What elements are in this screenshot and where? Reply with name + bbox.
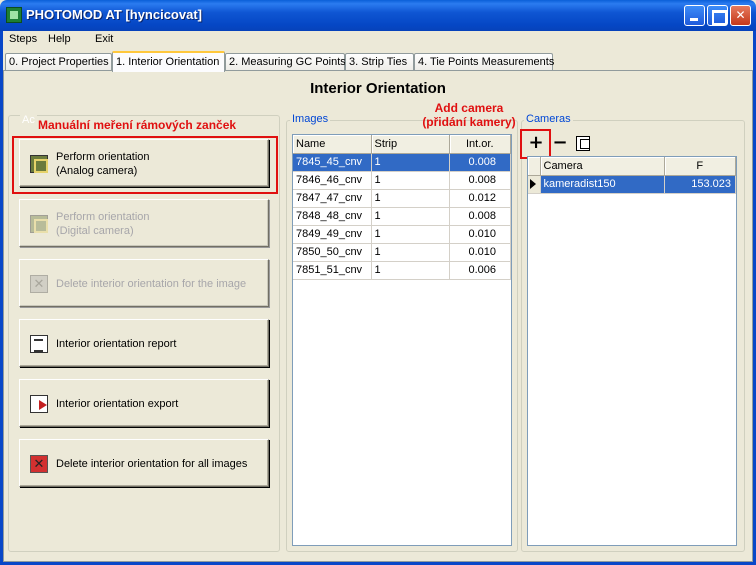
annotation-add-camera: Add camera (přidání kamery) (422, 101, 516, 129)
table-row[interactable]: 7847_47_cnv 1 0.012 (293, 189, 511, 208)
report-icon (30, 335, 48, 353)
table-row[interactable]: 7845_45_cnv 1 0.008 (293, 153, 511, 172)
maximize-button[interactable] (707, 5, 728, 26)
button-label: Interior orientation report (56, 338, 177, 350)
button-label: Delete interior orientation for all imag… (56, 458, 248, 470)
cell-strip: 1 (371, 243, 450, 262)
images-group-label: Images (290, 113, 331, 125)
images-grid[interactable]: Name Strip Int.or. 7845_45_cnv 1 0.008 784… (292, 134, 512, 546)
orientation-report-button[interactable]: Interior orientation report (19, 319, 269, 367)
menu-steps[interactable]: Steps (9, 33, 37, 45)
cell-int-or: 0.012 (449, 189, 511, 208)
delete-all-icon (30, 455, 48, 473)
cell-camera: kameradist150 (540, 175, 665, 194)
table-row[interactable]: 7850_50_cnv 1 0.010 (293, 243, 511, 262)
title-bar[interactable]: PHOTOMOD AT [hyncicovat] (0, 0, 756, 31)
row-indicator (528, 175, 541, 194)
cell-strip: 1 (371, 189, 450, 208)
add-camera-button[interactable]: + (527, 133, 545, 153)
tab-measuring-gc-points[interactable]: 2. Measuring GC Points (225, 53, 346, 71)
menu-exit[interactable]: Exit (95, 33, 113, 45)
column-header-camera[interactable]: Camera (540, 157, 665, 176)
button-label: Delete interior orientation for the imag… (56, 278, 247, 290)
copy-camera-icon[interactable] (573, 133, 591, 153)
cameras-group-label: Cameras (524, 113, 573, 125)
table-row[interactable]: 7851_51_cnv 1 0.006 (293, 261, 511, 280)
page-title: Interior Orientation (310, 80, 446, 97)
cell-f: 153.023 (664, 175, 736, 194)
window-title: PHOTOMOD AT [hyncicovat] (26, 7, 202, 22)
cell-strip: 1 (371, 261, 450, 280)
column-header-int-or[interactable]: Int.or. (449, 135, 511, 154)
tab-project-properties[interactable]: 0. Project Properties (5, 53, 112, 71)
orientation-export-button[interactable]: Interior orientation export (19, 379, 269, 427)
cell-int-or: 0.008 (449, 153, 511, 172)
row-indicator-header (528, 157, 541, 176)
annotation-highlight-box (12, 136, 278, 194)
cell-name: 7849_49_cnv (293, 225, 372, 244)
cell-strip: 1 (371, 153, 450, 172)
actions-group-label: Ac (20, 114, 37, 126)
tab-strip: 0. Project Properties 1. Interior Orient… (3, 51, 753, 72)
cell-name: 7846_46_cnv (293, 171, 372, 190)
annotation-manual-measurement: Manuální meření rámových zanček (38, 118, 237, 132)
minimize-button[interactable] (684, 5, 705, 26)
delete-orientation-image-button[interactable]: Delete interior orientation for the imag… (19, 259, 269, 307)
close-button[interactable] (730, 5, 751, 26)
cell-int-or: 0.006 (449, 261, 511, 280)
row-pointer-icon (530, 179, 536, 190)
table-row[interactable]: kameradist150 153.023 (528, 175, 736, 194)
cell-name: 7851_51_cnv (293, 261, 372, 280)
column-header-strip[interactable]: Strip (371, 135, 450, 154)
tab-interior-orientation[interactable]: 1. Interior Orientation (112, 51, 225, 72)
cell-int-or: 0.010 (449, 225, 511, 244)
button-label: Perform orientation (Digital camera) (56, 211, 150, 237)
cell-name: 7845_45_cnv (293, 153, 372, 172)
menu-help[interactable]: Help (48, 33, 71, 45)
cell-int-or: 0.008 (449, 171, 511, 190)
cell-strip: 1 (371, 171, 450, 190)
cell-strip: 1 (371, 207, 450, 226)
cell-int-or: 0.010 (449, 243, 511, 262)
column-header-name[interactable]: Name (293, 135, 372, 154)
cameras-grid[interactable]: Camera F kameradist150 153.023 (527, 156, 737, 546)
cell-strip: 1 (371, 225, 450, 244)
cell-name: 7847_47_cnv (293, 189, 372, 208)
table-row[interactable]: 7846_46_cnv 1 0.008 (293, 171, 511, 190)
app-icon (6, 7, 22, 23)
cell-int-or: 0.008 (449, 207, 511, 226)
delete-icon (30, 275, 48, 293)
column-header-f[interactable]: F (664, 157, 736, 176)
export-icon (30, 395, 48, 413)
perform-orientation-digital-button[interactable]: Perform orientation (Digital camera) (19, 199, 269, 247)
orientation-icon (30, 215, 48, 233)
button-label: Interior orientation export (56, 398, 179, 410)
tab-strip-ties[interactable]: 3. Strip Ties (345, 53, 414, 71)
remove-camera-button[interactable]: − (551, 133, 569, 153)
table-row[interactable]: 7848_48_cnv 1 0.008 (293, 207, 511, 226)
cell-name: 7850_50_cnv (293, 243, 372, 262)
tab-tie-points-measurements[interactable]: 4. Tie Points Measurements (414, 53, 554, 71)
menu-bar: Steps Help Exit (3, 31, 753, 49)
table-row[interactable]: 7849_49_cnv 1 0.010 (293, 225, 511, 244)
delete-orientation-all-button[interactable]: Delete interior orientation for all imag… (19, 439, 269, 487)
cell-name: 7848_48_cnv (293, 207, 372, 226)
